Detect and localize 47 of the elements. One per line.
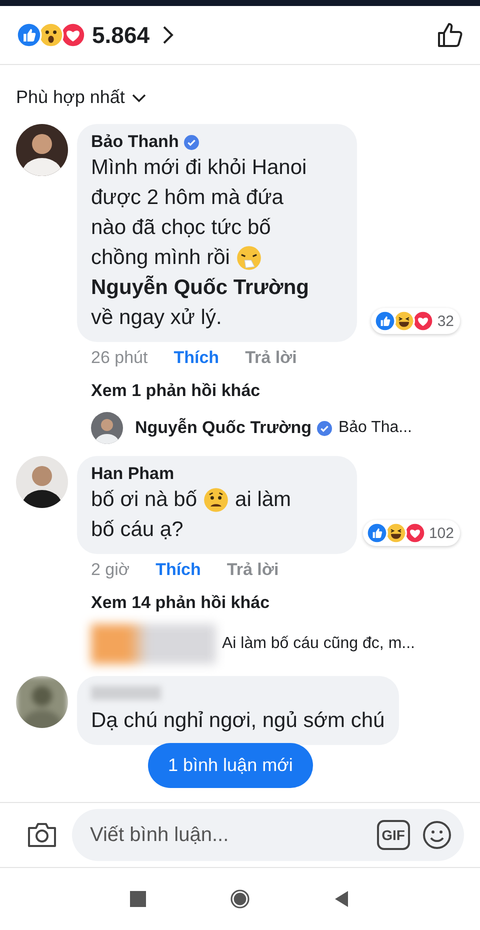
reply-preview-text[interactable]: Bảo Tha... [338, 419, 412, 437]
sort-dropdown[interactable]: Phù hợp nhất [16, 87, 125, 108]
worried-face-icon [203, 487, 230, 513]
comment-text: nào đã chọc tức bố [91, 215, 271, 241]
laugh-reaction-icon [393, 310, 416, 332]
comment-time: 2 giờ [91, 560, 130, 580]
home-nav-icon[interactable] [230, 889, 250, 909]
like-link[interactable]: Thích [156, 560, 201, 580]
comment-text: được 2 hôm mà đứa [91, 185, 284, 211]
heart-reaction-icon [60, 22, 86, 48]
comment-text: bố ơi nà bố [91, 487, 198, 513]
reaction-count[interactable]: 5.864 [92, 22, 150, 48]
comment-text: bố cáu ạ? [91, 517, 184, 543]
author-name[interactable]: Han Pham [91, 464, 174, 484]
laugh-reaction-icon [384, 522, 407, 544]
mention-link[interactable]: Nguyễn Quốc Trường [91, 273, 309, 303]
comment-text: Dạ chú nghỉ ngơi, ngủ sớm chú [91, 708, 385, 734]
sneezing-face-icon [236, 245, 262, 271]
comment-text: chồng mình rồi [91, 245, 230, 271]
chevron-right-icon[interactable] [162, 25, 174, 45]
reply-author-name[interactable]: Nguyễn Quốc Trường [135, 418, 312, 438]
blurred-name [91, 686, 161, 700]
wow-reaction-icon [38, 22, 64, 48]
like-reaction-icon [374, 310, 396, 332]
author-name[interactable]: Bảo Thanh [91, 132, 179, 152]
heart-reaction-icon [404, 522, 426, 544]
comment-time: 26 phút [91, 348, 148, 368]
comment-text: về ngay xử lý. [91, 305, 222, 331]
caret-down-icon[interactable] [130, 92, 147, 102]
view-replies-link[interactable]: Xem 1 phản hồi khác [77, 376, 464, 408]
like-reaction-icon [366, 522, 388, 544]
smiley-icon[interactable] [422, 820, 452, 850]
gif-button[interactable]: GIF [376, 820, 410, 850]
comment-input-field[interactable]: Viết bình luận... GIF [72, 809, 464, 861]
camera-icon[interactable] [26, 821, 58, 849]
new-comments-button[interactable]: 1 bình luận mới [148, 743, 313, 788]
reply-preview-text[interactable]: Ai làm bố cáu cũng đc, m... [222, 635, 415, 653]
square-nav-icon[interactable] [128, 889, 148, 909]
like-link[interactable]: Thích [174, 348, 220, 368]
thumbs-up-icon[interactable] [436, 21, 464, 49]
like-reaction-icon [16, 22, 42, 48]
comment-text: Mình mới đi khỏi Hanoi [91, 155, 307, 181]
view-replies-link[interactable]: Xem 14 phản hồi khác [77, 588, 464, 620]
comment-text: ai làm [235, 487, 292, 513]
reaction-summary[interactable]: 102 [362, 520, 460, 546]
heart-reaction-icon [412, 310, 434, 332]
reaction-summary[interactable]: 32 [371, 308, 460, 334]
